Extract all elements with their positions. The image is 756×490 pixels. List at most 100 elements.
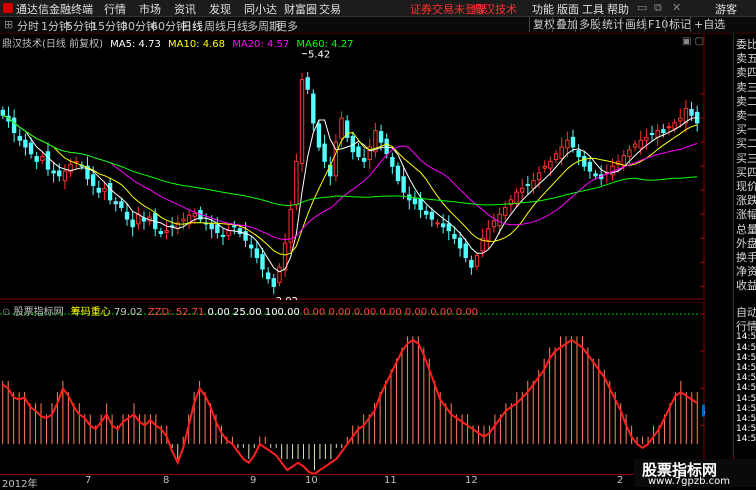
minimize-icon[interactable]: ▭ — [637, 1, 647, 14]
candle-body — [559, 146, 564, 160]
candle-body — [424, 210, 429, 215]
indicator-extra-0: 0.00 — [207, 307, 230, 318]
menu-item-tools[interactable]: 工具 — [582, 1, 604, 17]
side-panel-label: 14:50 — [736, 373, 756, 384]
indicator-value: 79.02 — [113, 307, 143, 318]
candle-body — [678, 117, 683, 122]
candle-body — [288, 208, 293, 243]
date-tick: 8 — [163, 475, 170, 486]
candle-body — [519, 187, 525, 193]
menu-item-trade[interactable]: 交易 — [319, 1, 341, 17]
candle-body — [265, 272, 271, 280]
candle-body — [593, 173, 598, 177]
candle-body — [277, 266, 282, 284]
tool-icon[interactable]: ⊞ — [4, 18, 13, 31]
candle-body — [627, 149, 632, 158]
candle-body — [486, 228, 491, 241]
indicator-settings-icon[interactable]: ⊙ — [2, 307, 10, 318]
add-watchlist-button[interactable]: +自选 — [690, 17, 728, 32]
visitor-label[interactable]: 游客 — [715, 1, 737, 17]
tab-period-daily[interactable]: 日线 — [181, 18, 203, 34]
side-panel-label: 14:50 — [736, 414, 756, 424]
indicator-extra-2: 100.00 — [264, 307, 300, 318]
tab-period-weekly[interactable]: 周线 — [204, 18, 226, 34]
menu-item-market[interactable]: 市场 — [139, 1, 161, 17]
candle-body — [0, 109, 6, 116]
candlestick-chart[interactable]: 5.004.754.504.254.003.753.503.253.005.42… — [0, 34, 734, 307]
candle-body — [192, 212, 197, 217]
side-panel-label: 14:50 — [736, 393, 756, 404]
candle-body — [531, 180, 536, 189]
menu-item-options[interactable]: 帮助 — [607, 1, 629, 17]
candle-body — [164, 230, 169, 234]
menu-item-layout[interactable]: 版面 — [557, 1, 579, 17]
candle-body — [28, 142, 34, 155]
maximize-icon[interactable]: ⧉ — [654, 1, 662, 15]
tab-period-timeshare[interactable]: 分时 — [17, 18, 39, 34]
candle-body — [271, 278, 276, 287]
side-panel-label: 14:50 — [736, 363, 756, 373]
indicator-chart[interactable]: 100.0080.0060.0040.0020.0048.06 ⊙ 股票指标网 … — [0, 301, 742, 476]
candle-body — [23, 139, 28, 148]
candle-body — [542, 165, 547, 169]
candle-body — [232, 225, 237, 228]
indicator-extra-7: 0.00 — [404, 307, 428, 318]
candle-body — [536, 172, 542, 181]
date-axis: 2012年 7 8 9 10 11 12 2 — [0, 474, 733, 490]
candle-body — [440, 223, 446, 228]
side-panel-label: 14:50 — [736, 403, 756, 414]
menu-item-functions[interactable]: 功能 — [532, 1, 554, 17]
tab-period-monthly[interactable]: 月线 — [226, 18, 248, 34]
indicator-svg: 100.0080.0060.0040.0020.0048.06 — [0, 301, 742, 476]
candle-body — [102, 187, 107, 192]
ma20-line — [2, 114, 698, 241]
candle-body — [401, 176, 406, 193]
close-icon[interactable]: ✕ — [672, 1, 681, 14]
candle-body — [294, 160, 299, 206]
indicator-extra-9: 0.00 — [455, 307, 478, 318]
candle-body — [356, 146, 361, 158]
side-panel-label: 14:50 — [736, 342, 756, 353]
menu-item-wealth[interactable]: 财富圈 — [284, 1, 317, 17]
candle-body — [548, 160, 553, 169]
zzd-value: ZZD: 52.71 — [147, 307, 205, 318]
menu-item-quotes[interactable]: 行情 — [104, 1, 126, 17]
watermark-url: www.7gpzb.com — [648, 476, 730, 487]
candle-body — [62, 170, 68, 182]
candle-body — [124, 211, 130, 220]
menu-item-news[interactable]: 资讯 — [174, 1, 196, 17]
app-title: 通达信金融终端 — [16, 3, 93, 16]
candle-body — [158, 231, 164, 234]
candle-body — [457, 237, 463, 249]
candle-body — [226, 230, 231, 236]
chart-settings-icon[interactable]: ▣ ▢ — [682, 36, 704, 47]
candle-body — [90, 174, 96, 186]
candle-body — [514, 191, 519, 205]
candle-body — [666, 126, 672, 129]
indicator-extra-5: 0.00 — [353, 307, 377, 318]
indicator-name[interactable]: 筹码重心 — [71, 307, 111, 318]
date-tick: 11 — [384, 475, 397, 486]
candle-body — [429, 211, 435, 220]
candle-body — [51, 170, 56, 174]
tab-period-more[interactable]: 更多 — [276, 18, 298, 34]
candle-body — [576, 150, 581, 158]
candle-body — [130, 219, 135, 228]
app-logo-icon — [3, 3, 13, 13]
candle-body — [672, 122, 677, 130]
ma5-line — [2, 114, 698, 273]
candle-body — [107, 183, 113, 201]
date-tick: 9 — [250, 475, 257, 486]
menu-item-discover[interactable]: 发现 — [209, 1, 231, 17]
candle-body — [254, 248, 260, 259]
candle-body — [689, 108, 694, 116]
candle-body — [587, 161, 593, 172]
indicator-extra-8: 0.00 — [430, 307, 453, 318]
chart-title-row: 鼎汉技术(日线 前复权) MA5: 4.73 MA10: 4.68 MA20: … — [2, 35, 353, 50]
candle-body — [452, 233, 457, 239]
menu-item-tongxiaoda[interactable]: 同小达 — [244, 1, 277, 17]
candle-body — [412, 198, 418, 205]
indicator-extra-1: 25.00 — [233, 307, 262, 318]
candle-body — [136, 213, 141, 225]
candle-body — [418, 198, 423, 210]
